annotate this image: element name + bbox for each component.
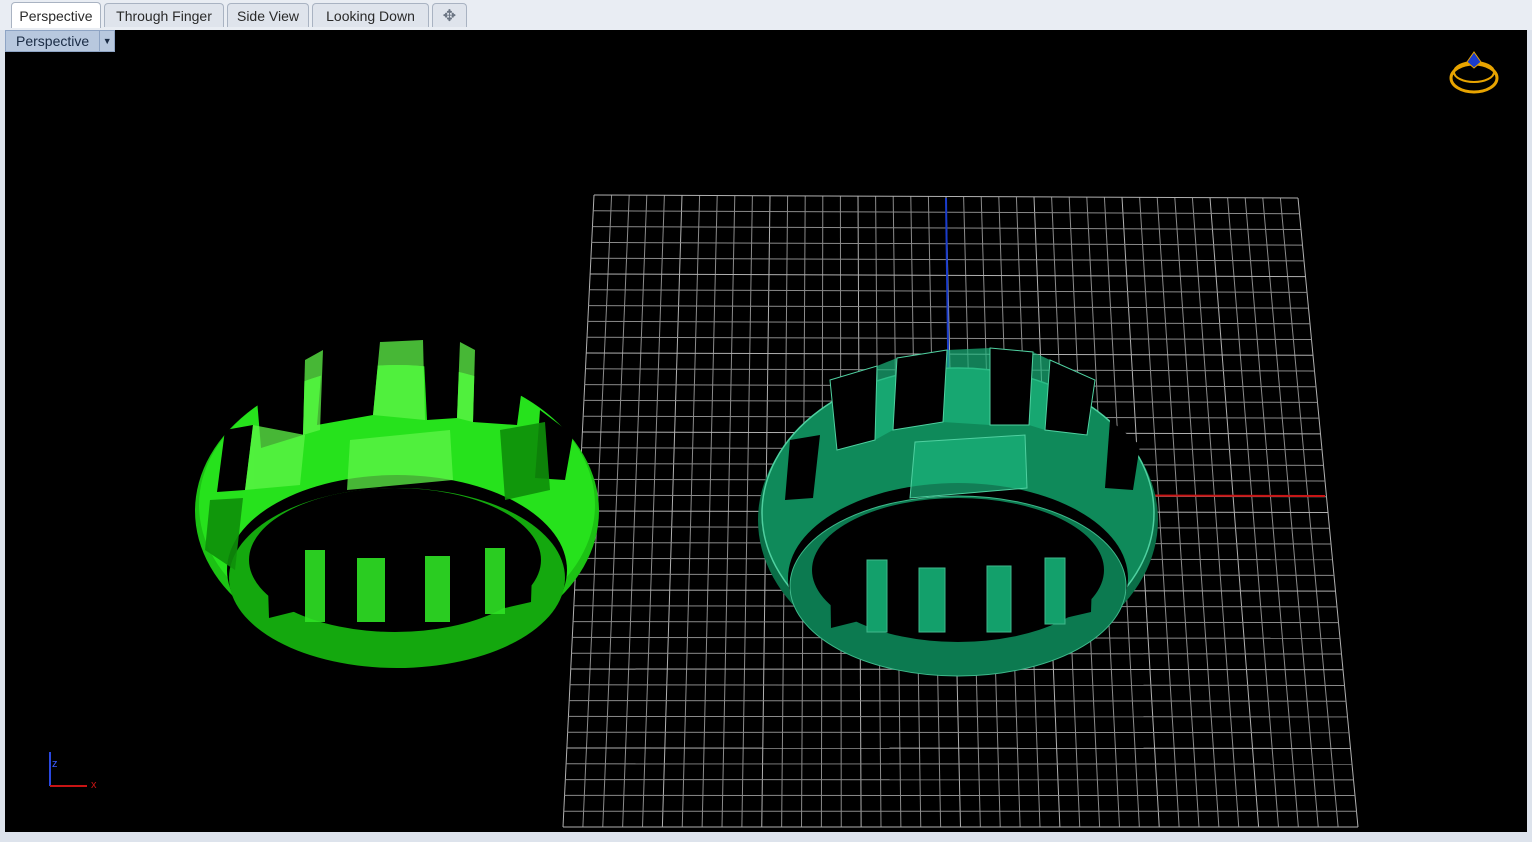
ring-left-shaded[interactable] xyxy=(195,340,599,668)
grid-line xyxy=(568,715,1348,718)
chevron-down-icon[interactable]: ▼ xyxy=(100,30,116,52)
add-tab-button[interactable]: ✥ xyxy=(432,3,467,27)
grid-line xyxy=(569,700,1347,702)
viewport-title[interactable]: Perspective ▼ xyxy=(5,30,116,52)
tab-side-view[interactable]: Side View xyxy=(227,3,309,27)
grid-line xyxy=(569,684,1345,686)
axis-label-z: z xyxy=(52,758,58,770)
viewport-tab-bar: Perspective Through Finger Side View Loo… xyxy=(0,0,1532,30)
scene-canvas[interactable]: z x xyxy=(5,30,1527,832)
tab-looking-down[interactable]: Looking Down xyxy=(312,3,429,27)
world-axis-indicator: z x xyxy=(49,752,97,791)
tab-perspective[interactable]: Perspective xyxy=(11,2,101,28)
ring-right-shaded[interactable] xyxy=(758,347,1158,677)
perspective-viewport[interactable]: Perspective ▼ z x xyxy=(5,30,1527,832)
tab-through-finger[interactable]: Through Finger xyxy=(104,3,224,27)
axis-label-x: x xyxy=(91,779,97,791)
ring-icon[interactable] xyxy=(1449,51,1499,94)
plus-icon: ✥ xyxy=(442,7,457,25)
viewport-name[interactable]: Perspective xyxy=(5,30,101,52)
